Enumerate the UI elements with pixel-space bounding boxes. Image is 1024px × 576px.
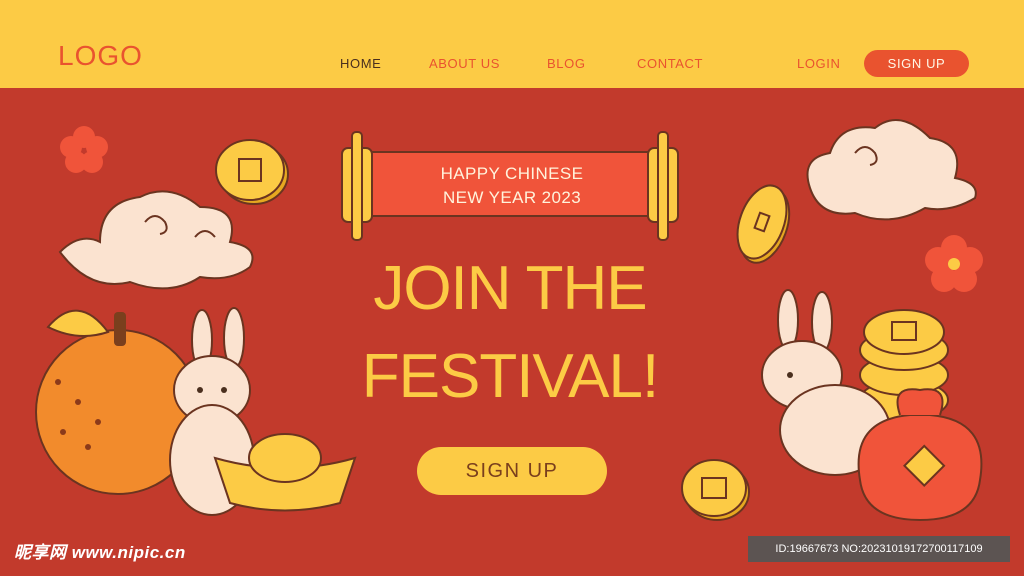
cloud-icon bbox=[58, 190, 254, 290]
gold-coin-icon bbox=[736, 184, 791, 264]
banner-line-1: HAPPY CHINESE bbox=[440, 164, 584, 183]
gold-coin-icon bbox=[215, 139, 289, 205]
hero-signup-button[interactable]: SIGN UP bbox=[417, 447, 607, 495]
watermark-id: ID:19667673 NO:20231019172700117109 bbox=[748, 536, 1010, 562]
gold-coin-icon bbox=[681, 459, 750, 521]
hero-title-line-2: FESTIVAL! bbox=[361, 342, 660, 411]
flower-icon bbox=[60, 126, 108, 173]
flower-icon bbox=[925, 235, 983, 292]
scroll-banner-icon bbox=[341, 131, 679, 241]
watermark-site: 昵享网 www.nipic.cn bbox=[14, 543, 186, 562]
hero-title-line-1: JOIN THE bbox=[373, 254, 647, 323]
cloud-icon bbox=[806, 119, 977, 221]
banner-line-2: NEW YEAR 2023 bbox=[442, 188, 582, 207]
